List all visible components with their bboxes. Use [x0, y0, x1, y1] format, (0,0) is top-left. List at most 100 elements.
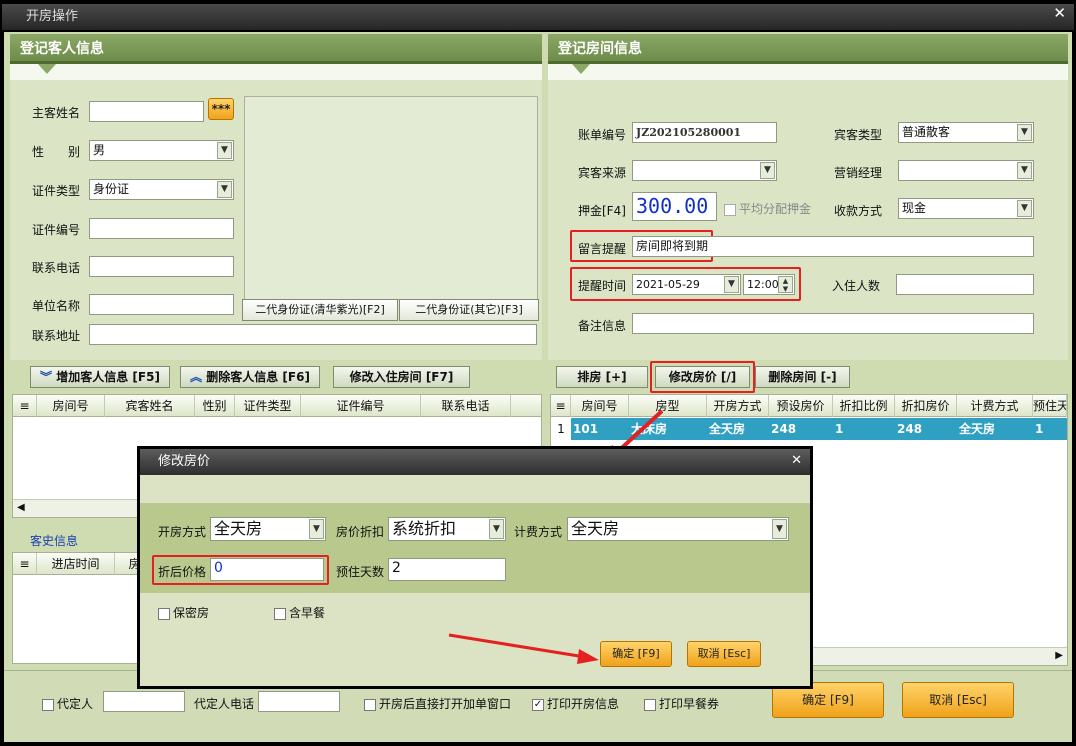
days-input[interactable]: 2 [388, 558, 506, 581]
table-menu-icon[interactable]: ≡ [13, 395, 37, 417]
billing-label: 计费方式 [514, 525, 563, 539]
secret-room-box [158, 607, 170, 620]
guest-panel-notch [38, 64, 56, 74]
spinner-icon: ▲ ▼ [778, 276, 793, 293]
chevron-down-icon: ▼ [1017, 162, 1032, 179]
agent-input[interactable] [103, 691, 185, 712]
name-lookup-button[interactable]: *** [208, 98, 234, 120]
table-menu-icon[interactable]: ≡ [551, 395, 571, 417]
remark-label: 备注信息 [578, 319, 627, 333]
window-close-icon[interactable]: ✕ [1053, 4, 1066, 22]
chevron-down-icon: ▼ [489, 519, 504, 539]
dialog-close-icon[interactable]: ✕ [791, 453, 802, 468]
source-select[interactable]: ▼ [632, 160, 777, 181]
phone-input[interactable] [89, 256, 234, 277]
main-window: 开房操作 ✕ 登记客人信息 主客姓名 *** 性 别 男 ▼ 证件类型 身份证 ▼ … [0, 0, 1076, 746]
dialog-title: 修改房价 [140, 449, 810, 475]
deposit-input[interactable]: 300.00 [632, 192, 717, 221]
billing-value: 全天房 [571, 519, 620, 538]
arrange-room-button[interactable]: 排房 [+] [556, 366, 648, 388]
dialog-ok-button[interactable]: 确定 [F9] [600, 641, 672, 667]
open-bill-checkbox[interactable]: 开房后直接打开加单窗口 [364, 695, 511, 712]
guest-type-label: 宾客类型 [834, 128, 883, 142]
chevron-down-icon: ▼ [217, 181, 232, 198]
chevron-down-icon: ▼ [724, 276, 739, 293]
discount-select[interactable]: 系统折扣 ▼ [388, 517, 506, 541]
print-breakfast-label: 打印早餐券 [659, 697, 720, 711]
address-input[interactable] [89, 324, 537, 345]
remark-input[interactable] [632, 313, 1034, 334]
chevron-down-icon: ︾ [40, 370, 53, 384]
guest-col-5: 联系电话 [421, 395, 511, 417]
remind-time-value: 12:00 [747, 278, 779, 291]
billing-select[interactable]: 全天房 ▼ [567, 517, 789, 541]
guest-col-1: 宾客姓名 [105, 395, 195, 417]
remind-date-value: 2021-05-29 [636, 278, 700, 291]
gender-select[interactable]: 男 ▼ [89, 140, 234, 161]
bill-input[interactable]: JZ202105280001 [632, 122, 777, 143]
guest-panel-strip [10, 64, 542, 80]
price-input[interactable]: 0 [210, 558, 324, 581]
idno-input[interactable] [89, 218, 234, 239]
bill-label: 账单编号 [578, 128, 627, 142]
idtype-select[interactable]: 身份证 ▼ [89, 179, 234, 200]
open-mode-select[interactable]: 全天房 ▼ [210, 517, 326, 541]
company-input[interactable] [89, 294, 234, 315]
scroll-left-icon[interactable]: ◀ [17, 502, 25, 513]
room-cell-4: 1 [835, 422, 844, 436]
chevron-down-icon: ▼ [1017, 200, 1032, 217]
dialog-body: 修改房价 ✕ 开房方式 全天房 ▼ 房价折扣 系统折扣 ▼ 计费方式 全天房 ▼ 折后… [140, 449, 810, 686]
room-panel: 登记房间信息 账单编号 JZ202105280001 宾客类型 普通散客 ▼ 宾客… [548, 34, 1068, 360]
discount-label: 房价折扣 [336, 525, 385, 539]
delete-room-button[interactable]: 删除房间 [-] [755, 366, 850, 388]
room-cell-7: 1 [1035, 422, 1044, 436]
print-info-label: 打印开房信息 [547, 697, 620, 711]
days-label: 预住天数 [336, 565, 385, 579]
source-label: 宾客来源 [578, 166, 627, 180]
address-label: 联系地址 [32, 329, 81, 343]
idtype-label: 证件类型 [32, 184, 81, 198]
remind-time-spinner[interactable]: 12:00 ▲ ▼ [743, 274, 795, 295]
print-breakfast-checkbox[interactable]: 打印早餐券 [644, 695, 719, 712]
secret-room-label: 保密房 [173, 606, 210, 620]
agent-checkbox[interactable]: 代定人 [42, 695, 93, 712]
agent-label: 代定人 [57, 697, 94, 711]
idno-label: 证件编号 [32, 223, 81, 237]
history-label[interactable]: 客史信息 [30, 532, 78, 549]
people-input[interactable] [896, 274, 1034, 295]
print-info-checkbox[interactable]: ✓ 打印开房信息 [532, 695, 619, 712]
room-col-7: 预住天 [1033, 395, 1067, 417]
avg-deposit-checkbox[interactable]: 平均分配押金 [724, 200, 811, 217]
payment-select[interactable]: 现金 ▼ [898, 198, 1034, 219]
window-title: 开房操作 [2, 4, 1074, 30]
agent-phone-input[interactable] [258, 691, 340, 712]
modify-price-dialog: 修改房价 ✕ 开房方式 全天房 ▼ 房价折扣 系统折扣 ▼ 计费方式 全天房 ▼ 折后… [137, 446, 813, 689]
open-mode-value: 全天房 [214, 519, 263, 538]
chevron-down-icon: ▼ [217, 142, 232, 159]
idcard-reader-button-1[interactable]: 二代身份证(清华紫光)[F2] [242, 299, 398, 321]
message-input[interactable]: 房间即将到期 [632, 236, 1034, 257]
breakfast-checkbox[interactable]: 含早餐 [274, 604, 325, 621]
add-guest-button[interactable]: ︾ 增加客人信息 [F5] [30, 366, 170, 388]
guest-type-select[interactable]: 普通散客 ▼ [898, 122, 1034, 143]
secret-room-checkbox[interactable]: 保密房 [158, 604, 209, 621]
remind-date-picker[interactable]: 2021-05-29 ▼ [632, 274, 741, 295]
footer-cancel-button[interactable]: 取消 [Esc] [902, 682, 1014, 718]
avg-deposit-box [724, 203, 736, 216]
guest-panel-title: 登记客人信息 [10, 34, 542, 64]
table-menu-icon[interactable]: ≡ [13, 553, 37, 575]
chevron-down-icon: ▼ [309, 519, 324, 539]
idcard-reader-button-2[interactable]: 二代身份证(其它)[F3] [399, 299, 539, 321]
dialog-cancel-button[interactable]: 取消 [Esc] [687, 641, 761, 667]
modify-room-button[interactable]: 修改入住房间 [F7] [333, 366, 470, 388]
modify-price-button[interactable]: 修改房价 [/] [655, 366, 750, 388]
guest-col-0: 房间号 [37, 395, 105, 417]
name-input[interactable] [89, 101, 204, 122]
scroll-right-icon[interactable]: ▶ [1055, 650, 1063, 661]
remind-label: 提醒时间 [578, 279, 627, 293]
open-mode-label: 开房方式 [158, 525, 207, 539]
sales-select[interactable]: ▼ [898, 160, 1034, 181]
company-label: 单位名称 [32, 299, 81, 313]
agent-box [42, 698, 54, 711]
delete-guest-button[interactable]: ︽ 删除客人信息 [F6] [180, 366, 320, 388]
